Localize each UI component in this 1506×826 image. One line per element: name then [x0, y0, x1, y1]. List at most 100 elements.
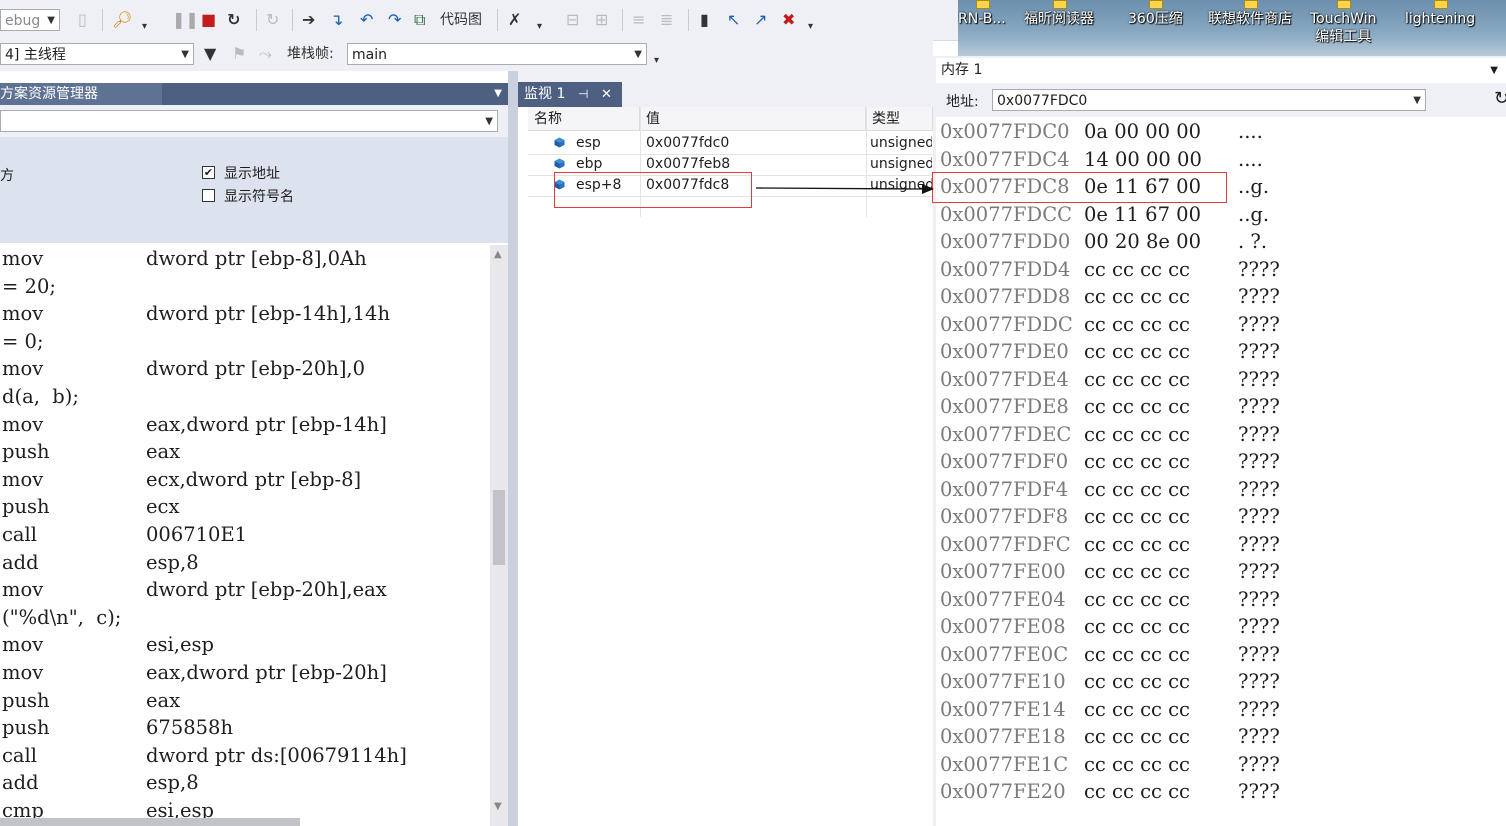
memory-row[interactable]: 0x0077FE10 cc cc cc cc????	[936, 668, 1506, 696]
desktop-icon-touchwin[interactable]: TouchWin 编辑工具	[1310, 0, 1376, 46]
watch-header-value[interactable]: 值	[640, 107, 866, 131]
exceptions-icon[interactable]: ✗	[508, 9, 521, 31]
restart-icon[interactable]: ↻	[227, 9, 240, 31]
clear-bookmarks-icon[interactable]: ✖	[782, 9, 795, 31]
step-out-icon[interactable]: ↷	[388, 9, 401, 31]
code-map-icon[interactable]: ⧉	[414, 9, 425, 31]
panel-splitter[interactable]	[508, 71, 518, 826]
memory-bytes[interactable]: cc cc cc cc	[1084, 778, 1190, 806]
chevron-down-icon[interactable]: ▼	[1490, 58, 1498, 83]
memory-row[interactable]: 0x0077FE20 cc cc cc cc????	[936, 778, 1506, 806]
watch-row[interactable]: esp 0x0077fdc0 unsigned	[528, 133, 933, 154]
memory-bytes[interactable]: cc cc cc cc	[1084, 283, 1190, 311]
scroll-down-icon[interactable]: ▼	[494, 801, 502, 812]
memory-bytes[interactable]: cc cc cc cc	[1084, 393, 1190, 421]
solution-explorer-tab[interactable]: 方案资源管理器	[0, 83, 162, 105]
filter-icon[interactable]: ▼	[204, 43, 216, 65]
memory-row[interactable]: 0x0077FE08 cc cc cc cc????	[936, 613, 1506, 641]
memory-bytes[interactable]: cc cc cc cc	[1084, 751, 1190, 779]
show-symbols-checkbox[interactable]	[202, 189, 215, 202]
refresh-icon[interactable]: ↻	[1494, 88, 1506, 109]
scroll-up-icon[interactable]: ▲	[494, 249, 502, 260]
next-bookmark-icon[interactable]: ↗	[754, 9, 767, 31]
stop-icon[interactable]: ■	[201, 9, 216, 31]
memory-bytes[interactable]: cc cc cc cc	[1084, 311, 1190, 339]
pause-icon[interactable]: ❚❚	[172, 9, 199, 31]
step-over-icon[interactable]: ↶	[360, 9, 373, 31]
memory-row[interactable]: 0x0077FE0C cc cc cc cc????	[936, 641, 1506, 669]
memory-bytes[interactable]: cc cc cc cc	[1084, 613, 1190, 641]
parallel-stacks-icon[interactable]: ⤳	[259, 43, 272, 65]
memory-row[interactable]: 0x0077FE1C cc cc cc cc????	[936, 751, 1506, 779]
find-icon[interactable]: 🔎︎	[112, 9, 132, 31]
horizontal-scrollbar-thumb[interactable]	[0, 818, 300, 826]
memory-view[interactable]: 0x0077FDC0 0a 00 00 00.... 0x0077FDC4 14 00…	[936, 117, 1506, 826]
memory-bytes[interactable]: cc cc cc cc	[1084, 256, 1190, 284]
attach-icon[interactable]: ▯	[78, 9, 87, 31]
memory-row[interactable]: 0x0077FDFC cc cc cc cc????	[936, 531, 1506, 559]
watch-tab[interactable]: 监视 1 ⊣ ✕	[518, 82, 622, 107]
memory-bytes[interactable]: cc cc cc cc	[1084, 558, 1190, 586]
indent-icon[interactable]: ⊞	[595, 9, 608, 31]
memory-row[interactable]: 0x0077FDE8 cc cc cc cc????	[936, 393, 1506, 421]
memory-row[interactable]: 0x0077FE04 cc cc cc cc????	[936, 586, 1506, 614]
step-into-icon[interactable]: ↴	[330, 9, 343, 31]
memory-bytes[interactable]: cc cc cc cc	[1084, 338, 1190, 366]
apply-code-changes-icon[interactable]: ↻	[266, 9, 279, 31]
memory-row[interactable]: 0x0077FDDC cc cc cc cc????	[936, 311, 1506, 339]
code-map-button[interactable]: 代码图	[440, 9, 482, 31]
memory-bytes[interactable]: cc cc cc cc	[1084, 531, 1190, 559]
comment-icon[interactable]: ≡	[632, 9, 645, 31]
memory-row[interactable]: 0x0077FE14 cc cc cc cc????	[936, 696, 1506, 724]
watch-header-name[interactable]: 名称	[528, 107, 640, 131]
memory-row[interactable]: 0x0077FDD0 00 20 8e 00 . ?.	[936, 228, 1506, 256]
memory-bytes[interactable]: cc cc cc cc	[1084, 503, 1190, 531]
memory-row[interactable]: 0x0077FDCC 0e 11 67 00 ..g.	[936, 201, 1506, 229]
close-icon[interactable]: ✕	[601, 82, 612, 107]
desktop-icon-lightening[interactable]: lightening	[1405, 0, 1475, 28]
memory-row[interactable]: 0x0077FDF4 cc cc cc cc????	[936, 476, 1506, 504]
overflow-chevron-icon[interactable]: ▾	[654, 50, 659, 72]
thread-dropdown[interactable]: 4] 主线程 ▼	[0, 43, 194, 65]
memory-bytes[interactable]: cc cc cc cc	[1084, 421, 1190, 449]
bookmark-icon[interactable]: ▮	[700, 9, 709, 31]
desktop-icon-lenovo-store[interactable]: 联想软件商店	[1208, 0, 1292, 28]
memory-row[interactable]: 0x0077FDEC cc cc cc cc????	[936, 421, 1506, 449]
show-address-checkbox[interactable]: ✔	[202, 166, 215, 179]
overflow-chevron-icon[interactable]: ▾	[142, 16, 147, 38]
memory-row[interactable]: 0x0077FE18 cc cc cc cc????	[936, 723, 1506, 751]
memory-bytes[interactable]: cc cc cc cc	[1084, 696, 1190, 724]
memory-bytes[interactable]: cc cc cc cc	[1084, 476, 1190, 504]
memory-bytes[interactable]: cc cc cc cc	[1084, 723, 1190, 751]
memory-bytes[interactable]: cc cc cc cc	[1084, 668, 1190, 696]
memory-bytes[interactable]: cc cc cc cc	[1084, 586, 1190, 614]
memory-row[interactable]: 0x0077FDE0 cc cc cc cc????	[936, 338, 1506, 366]
solution-config-dropdown[interactable]: ebug ▼	[0, 9, 60, 31]
previous-bookmark-icon[interactable]: ↖	[727, 9, 740, 31]
disassembly-scrollbar[interactable]: ▲ ▼	[490, 245, 508, 826]
outdent-icon[interactable]: ⊟	[566, 9, 579, 31]
memory-bytes[interactable]: 0a 00 00 00	[1084, 118, 1201, 146]
flag-icon[interactable]: ⚑	[232, 43, 246, 65]
disassembly-view[interactable]: mov dword ptr [ebp-8],0Ah = 20; mov dword pt…	[0, 245, 490, 826]
memory-bytes[interactable]: 14 00 00 00	[1084, 146, 1202, 174]
memory-row[interactable]: 0x0077FDC4 14 00 00 00....	[936, 146, 1506, 174]
memory-row[interactable]: 0x0077FDC0 0a 00 00 00....	[936, 118, 1506, 146]
chevron-down-icon[interactable]: ▼	[494, 83, 502, 105]
pin-icon[interactable]: ⊣	[578, 82, 588, 107]
watch-value[interactable]: 0x0077fdc0	[646, 133, 729, 154]
desktop-icon-rnb[interactable]: RN-B...	[958, 0, 1006, 28]
stack-frame-dropdown[interactable]: main ▼	[347, 43, 647, 65]
memory-row[interactable]: 0x0077FDE4 cc cc cc cc????	[936, 366, 1506, 394]
memory-bytes[interactable]: cc cc cc cc	[1084, 641, 1190, 669]
show-next-statement-icon[interactable]: ➔	[302, 9, 315, 31]
memory-bytes[interactable]: 0e 11 67 00	[1084, 201, 1201, 229]
solution-explorer-search[interactable]: ▼	[0, 110, 498, 132]
memory-row[interactable]: 0x0077FDF8 cc cc cc cc????	[936, 503, 1506, 531]
watch-header-type[interactable]: 类型	[866, 107, 933, 131]
memory-bytes[interactable]: 00 20 8e 00	[1084, 228, 1201, 256]
address-input[interactable]: 0x0077FDC0 ▼	[992, 89, 1426, 111]
desktop-icon-360-zip[interactable]: 360压缩	[1128, 0, 1183, 28]
overflow-chevron-icon[interactable]: ▾	[808, 16, 813, 38]
memory-bytes[interactable]: cc cc cc cc	[1084, 448, 1190, 476]
